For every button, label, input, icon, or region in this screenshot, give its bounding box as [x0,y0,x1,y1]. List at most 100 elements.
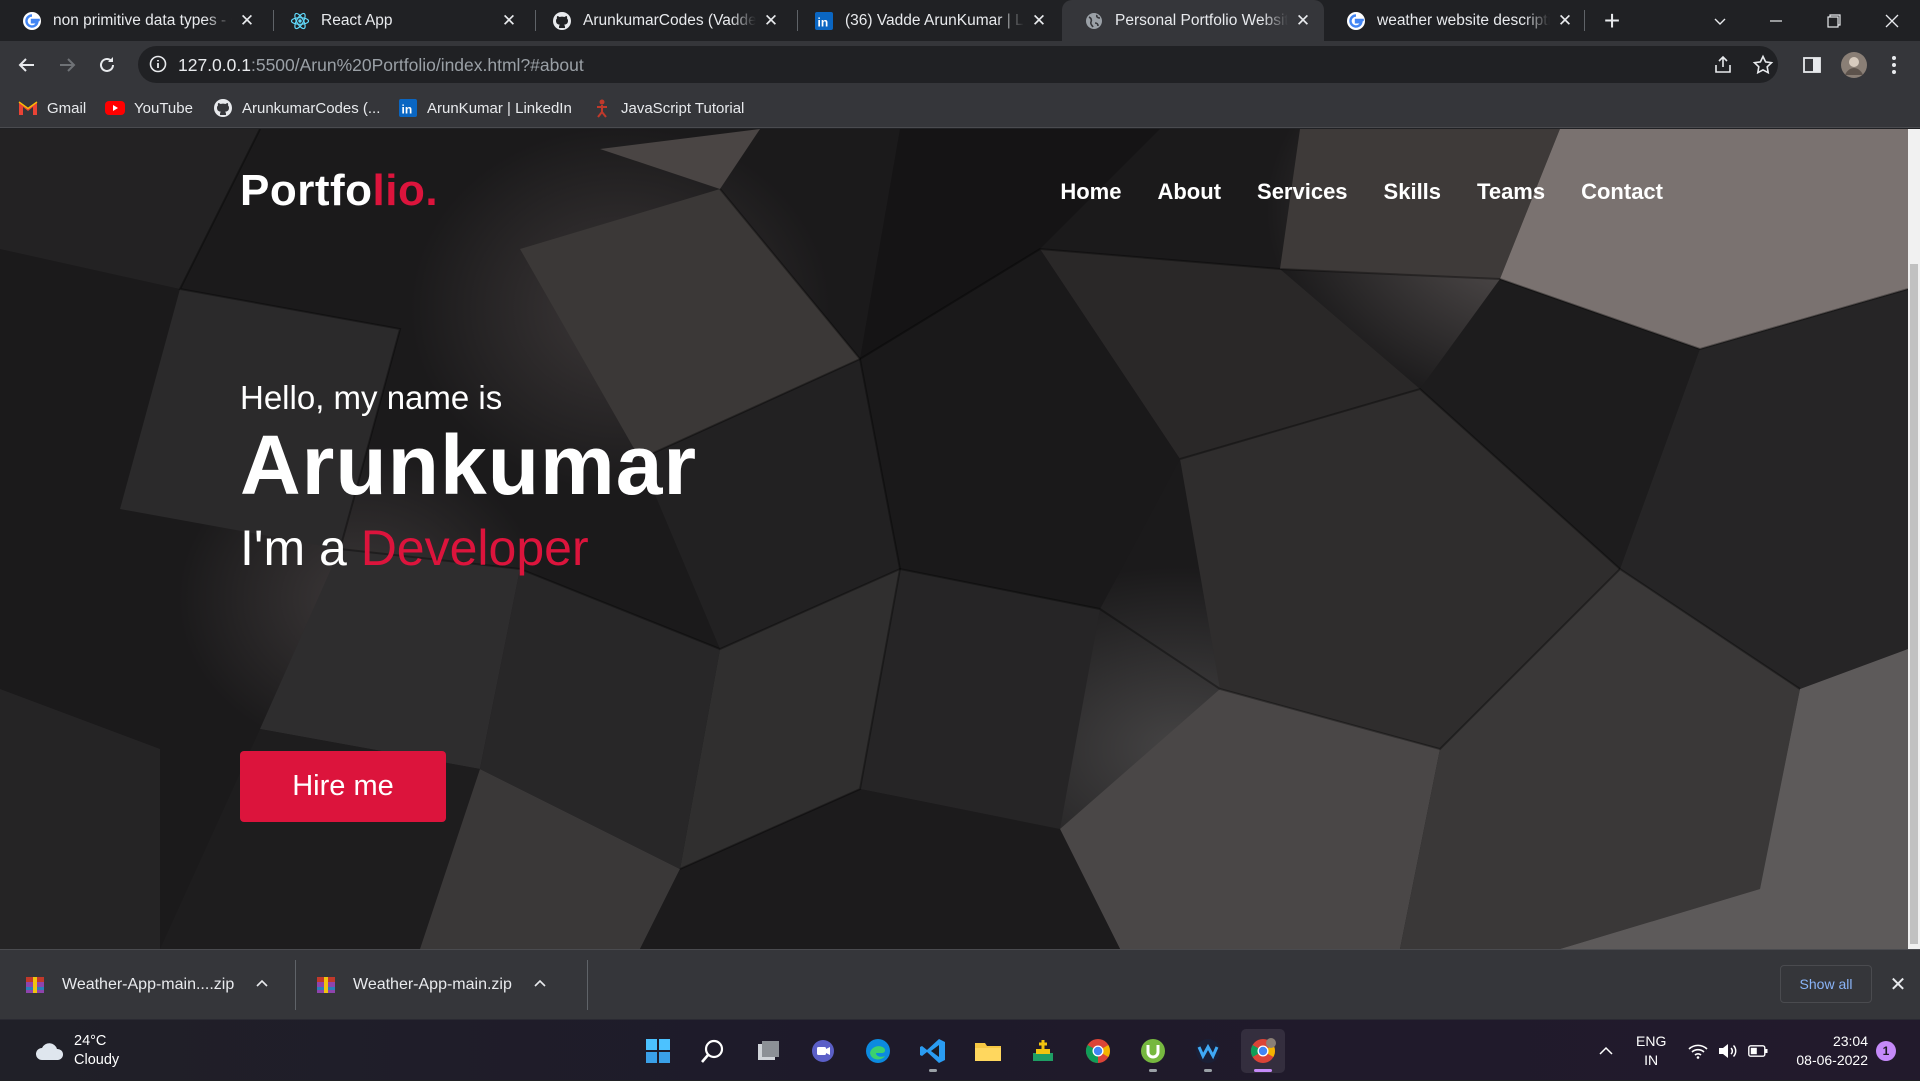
tab-title: weather website description - Google Sea… [1377,11,1550,29]
nav-contact[interactable]: Contact [1581,179,1663,205]
windows-start-icon[interactable] [636,1029,680,1073]
search-icon[interactable] [691,1029,735,1073]
bookmark-star-icon[interactable] [1751,53,1775,77]
clock-time: 23:04 [1832,1033,1868,1049]
region-code: IN [1644,1052,1659,1068]
task-view-icon[interactable] [746,1029,790,1073]
battery-icon[interactable] [1748,1020,1772,1081]
role-prefix: I'm a [240,520,347,576]
nav-teams[interactable]: Teams [1477,179,1545,205]
more-menu-icon[interactable] [1882,53,1906,77]
close-icon[interactable]: ✕ [500,11,518,30]
vscode-icon[interactable] [911,1029,955,1073]
tab-google-search-2[interactable]: weather website description - Google Sea… [1324,0,1586,41]
linkedin-icon: in [814,11,834,31]
system-clock[interactable]: 23:04 08-06-2022 [1786,1032,1868,1070]
show-hidden-icons-icon[interactable] [1598,1020,1622,1081]
logo-text: Portfo [240,166,373,215]
tab-linkedin[interactable]: in (36) Vadde ArunKumar | LinkedIn ✕ [792,0,1060,41]
hero-section: Hello, my name is Arunkumar I'm a Develo… [240,379,697,822]
back-button[interactable] [11,49,43,81]
windows-taskbar: 24°C Cloudy ENG IN 23:04 08-06-2022 1 [0,1019,1920,1080]
download-item[interactable]: Weather-App-main....zip [24,950,268,1020]
webex-icon[interactable] [1186,1029,1230,1073]
close-download-shelf-icon[interactable]: ✕ [1886,972,1910,996]
download-filename: Weather-App-main.zip [353,976,512,993]
notification-badge[interactable]: 1 [1876,1041,1896,1061]
nav-skills[interactable]: Skills [1384,179,1441,205]
close-icon[interactable]: ✕ [238,11,256,30]
globe-icon [1084,11,1104,31]
share-icon[interactable] [1711,53,1735,77]
weather-widget[interactable]: 24°C Cloudy [34,1032,119,1070]
bookmark-gmail[interactable]: Gmail [18,97,86,119]
page-scrollbar[interactable] [1908,129,1920,949]
youtube-icon [105,98,125,118]
google-icon [22,11,42,31]
tab-portfolio[interactable]: Personal Portfolio Website ✕ [1062,0,1324,41]
nav-about[interactable]: About [1157,179,1221,205]
scrollbar-thumb[interactable] [1910,264,1918,944]
tab-search-chevron-icon[interactable] [1692,0,1748,41]
hero-greeting: Hello, my name is [240,379,503,416]
chevron-up-icon[interactable] [534,977,546,993]
tab-github[interactable]: ArunkumarCodes (Vadde ArunKumar) ✕ [530,0,792,41]
chrome-profile-icon[interactable] [1241,1029,1285,1073]
nav-home[interactable]: Home [1060,179,1121,205]
site-logo[interactable]: Portfolio. [240,166,438,216]
download-item[interactable]: Weather-App-main.zip [315,950,546,1020]
show-all-downloads-button[interactable]: Show all [1780,965,1872,1003]
react-icon [290,11,310,31]
role-accent: Developer [360,520,589,576]
edge-icon[interactable] [856,1029,900,1073]
chevron-up-icon[interactable] [256,977,268,993]
restore-button[interactable] [1806,0,1862,41]
new-tab-button[interactable]: + [1598,5,1626,36]
reload-button[interactable] [91,49,123,81]
close-window-button[interactable] [1864,0,1920,41]
tab-react-app[interactable]: React App ✕ [268,0,530,41]
site-info-icon[interactable] [148,54,168,74]
file-explorer-icon[interactable] [966,1029,1010,1073]
reload-icon [100,57,114,72]
side-panel-icon[interactable] [1800,53,1824,77]
chrome-icon[interactable] [1076,1029,1120,1073]
url-text: 127.0.0.1:5500/Arun%20Portfolio/index.ht… [178,55,584,75]
wifi-icon[interactable] [1688,1020,1712,1081]
site-nav: Home About Services Skills Teams Contact [1060,179,1663,205]
bookmark-label: Gmail [47,99,87,117]
cloud-icon [36,1043,64,1060]
utorrent-icon[interactable] [1131,1029,1175,1073]
close-icon[interactable]: ✕ [1030,11,1048,30]
address-bar[interactable]: 127.0.0.1:5500/Arun%20Portfolio/index.ht… [138,46,1778,83]
download-filename: Weather-App-main....zip [62,976,235,993]
page-viewport: Portfolio. Home About Services Skills Te… [0,129,1908,949]
bookmark-linkedin[interactable]: in ArunKumar | LinkedIn [398,97,572,119]
forward-button[interactable] [51,49,83,81]
tab-google-search-1[interactable]: non primitive data types - Google Search… [0,0,268,41]
close-icon[interactable]: ✕ [1294,11,1312,30]
bookmark-javascript-tutorial[interactable]: JavaScript Tutorial [592,97,744,119]
volume-icon[interactable] [1718,1020,1742,1081]
app-icon[interactable] [1021,1029,1065,1073]
minimize-button[interactable] [1748,0,1804,41]
nav-services[interactable]: Services [1257,179,1348,205]
avatar[interactable] [1840,51,1868,79]
back-arrow-icon [18,58,34,72]
zip-archive-icon [317,977,335,993]
close-icon[interactable]: ✕ [762,11,780,30]
close-icon[interactable]: ✕ [1556,11,1574,30]
hire-me-button[interactable]: Hire me [240,751,446,822]
bookmark-github[interactable]: ArunkumarCodes (... [213,97,380,119]
weather-desc: Cloudy [74,1052,120,1068]
gmail-icon [18,98,38,118]
tab-title: Personal Portfolio Website [1115,11,1288,29]
bookmark-youtube[interactable]: YouTube [105,97,193,119]
teams-chat-icon[interactable] [801,1029,845,1073]
tab-title: non primitive data types - Google Search [53,11,232,29]
language-indicator[interactable]: ENG IN [1636,1032,1666,1070]
language-code: ENG [1636,1033,1667,1049]
bookmark-label: YouTube [134,99,193,117]
tab-strip: non primitive data types - Google Search… [0,0,1920,41]
js-tutorial-icon [592,98,612,118]
